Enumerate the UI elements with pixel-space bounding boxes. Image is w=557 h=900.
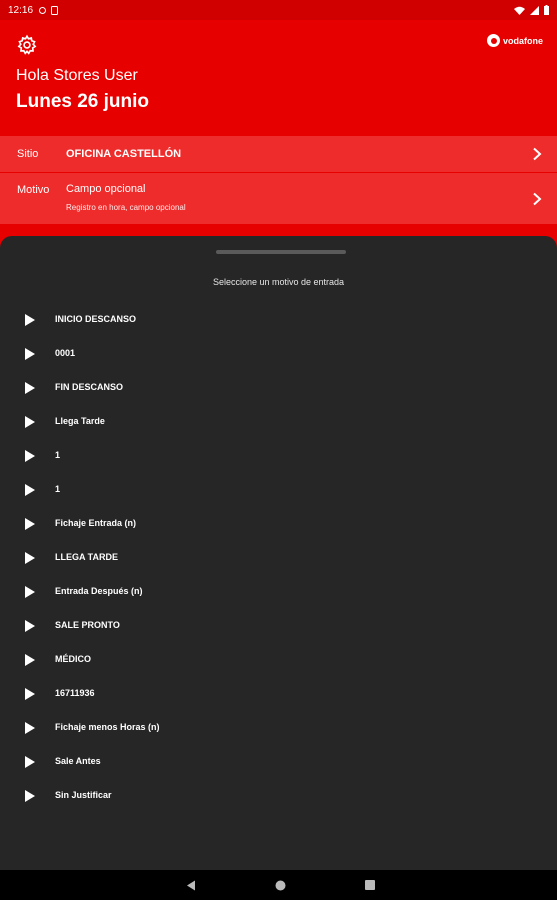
greeting: Hola Stores User [16, 67, 138, 84]
reason-option-label: INICIO DESCANSO [55, 314, 137, 324]
wifi-icon [514, 6, 525, 15]
settings-gear-icon[interactable] [16, 34, 38, 56]
reason-option[interactable]: INICIO DESCANSO [0, 303, 557, 337]
current-date: Lunes 26 junio [16, 91, 150, 112]
brand-name: vodafone [502, 35, 543, 46]
sheet-drag-handle[interactable] [216, 250, 346, 254]
reason-option[interactable]: 1 [0, 439, 557, 473]
reason-option[interactable]: 1 [0, 473, 557, 507]
reason-option-label: 1 [55, 450, 61, 460]
signal-icon [530, 5, 539, 15]
reason-option-label: SALE PRONTO [55, 620, 120, 630]
site-label: Sitio [17, 148, 39, 160]
reason-option[interactable]: Fichaje Entrada (n) [0, 507, 557, 541]
reason-option-label: 0001 [55, 348, 76, 358]
reason-option-label: LLEGA TARDE [55, 552, 118, 562]
play-icon [25, 382, 35, 394]
reason-hint: Registro en hora, campo opcional [66, 203, 186, 212]
reason-option-label: Entrada Después (n) [55, 586, 143, 596]
reason-option[interactable]: Entrada Después (n) [0, 575, 557, 609]
reason-option[interactable]: LLEGA TARDE [0, 541, 557, 575]
play-icon [25, 586, 35, 598]
reason-label: Motivo [17, 184, 50, 196]
notification-dot-icon [39, 6, 47, 14]
reason-option[interactable]: Sin Justificar [0, 779, 557, 813]
reason-option[interactable]: MÉDICO [0, 643, 557, 677]
system-nav-bar [0, 870, 557, 900]
reason-value: Campo opcional [66, 183, 146, 195]
reason-option[interactable]: 16711936 [0, 677, 557, 711]
reason-option[interactable]: 0001 [0, 337, 557, 371]
nav-recents-icon[interactable] [365, 880, 375, 890]
reason-option[interactable]: Sale Antes [0, 745, 557, 779]
play-icon [25, 518, 35, 530]
play-icon [25, 722, 35, 734]
reason-option[interactable]: Llega Tarde [0, 405, 557, 439]
reason-option-label: FIN DESCANSO [55, 382, 124, 392]
play-icon [25, 450, 35, 462]
reason-option-label: MÉDICO [55, 654, 91, 664]
reason-option[interactable]: FIN DESCANSO [0, 371, 557, 405]
reason-option-label: Fichaje menos Horas (n) [55, 722, 160, 732]
reason-selector-row[interactable]: Motivo Campo opcional Registro en hora, … [0, 173, 557, 224]
reason-bottom-sheet: Seleccione un motivo de entrada INICIO D… [0, 236, 557, 870]
brand-logo: vodafone [486, 34, 543, 47]
reason-option[interactable]: SALE PRONTO [0, 609, 557, 643]
chevron-right-icon [533, 192, 542, 206]
nav-back-icon[interactable] [186, 880, 196, 891]
status-time: 12:16 [8, 4, 34, 16]
nav-home-icon[interactable] [275, 880, 286, 891]
reason-option-label: Sin Justificar [55, 790, 112, 800]
play-icon [25, 348, 35, 360]
reason-option-label: Sale Antes [55, 756, 101, 766]
chevron-right-icon [533, 147, 542, 161]
reason-option-label: 16711936 [55, 688, 95, 698]
play-icon [25, 756, 35, 768]
reason-option[interactable]: Fichaje menos Horas (n) [0, 711, 557, 745]
vodafone-logo-icon [486, 34, 500, 47]
reason-option-label: Fichaje Entrada (n) [55, 518, 137, 528]
play-icon [25, 620, 35, 632]
sheet-title: Seleccione un motivo de entrada [212, 277, 345, 287]
reason-option-label: 1 [55, 484, 61, 494]
site-value: OFICINA CASTELLÓN [66, 148, 182, 160]
battery-icon [544, 5, 549, 15]
play-icon [25, 688, 35, 700]
sim-icon [51, 5, 59, 15]
play-icon [25, 552, 35, 564]
app-header: vodafone Hola Stores User Lunes 26 junio [0, 20, 557, 136]
site-selector-row[interactable]: Sitio OFICINA CASTELLÓN [0, 136, 557, 172]
status-bar: 12:16 [0, 0, 557, 20]
play-icon [25, 484, 35, 496]
reason-option-label: Llega Tarde [55, 416, 105, 426]
play-icon [25, 654, 35, 666]
play-icon [25, 314, 35, 326]
play-icon [25, 416, 35, 428]
play-icon [25, 790, 35, 802]
